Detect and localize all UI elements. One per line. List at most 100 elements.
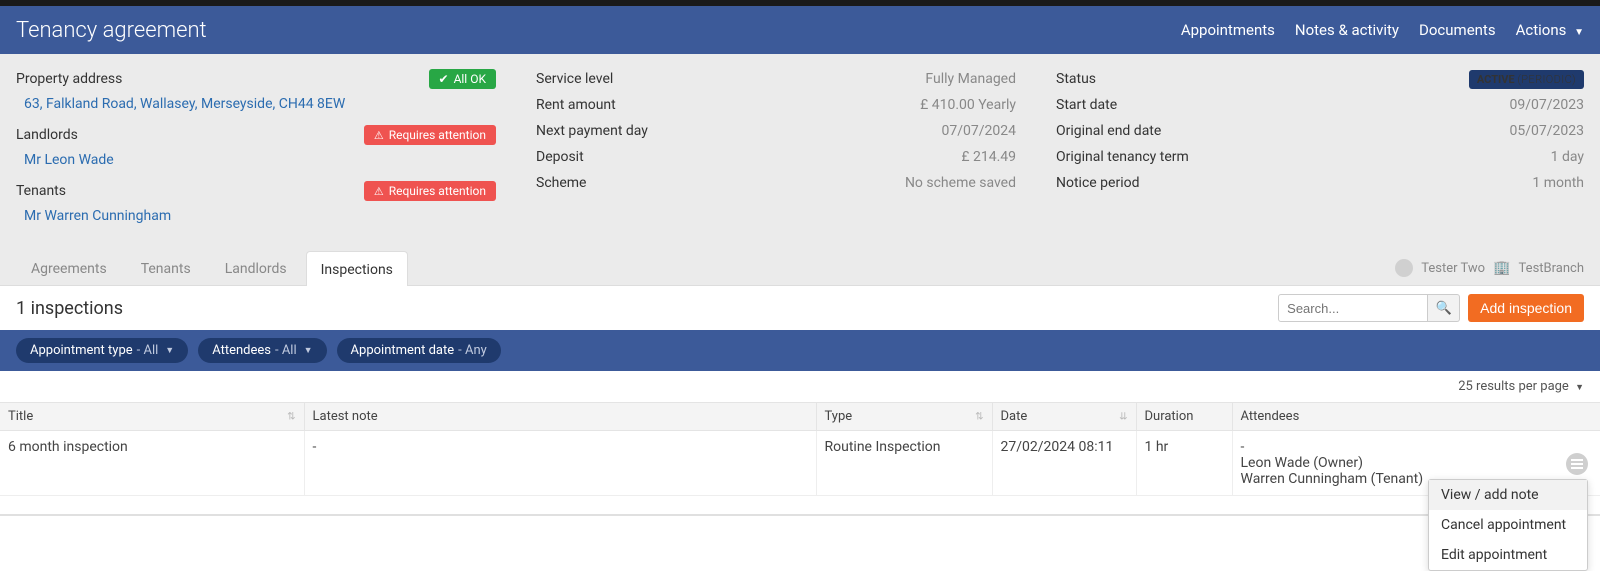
rent-amount-label: Rent amount <box>536 97 616 113</box>
nav-actions[interactable]: Actions ▼ <box>1516 21 1584 39</box>
cell-type: Routine Inspection <box>816 431 992 496</box>
add-inspection-button[interactable]: Add inspection <box>1468 294 1584 322</box>
sort-icon: ⇅ <box>975 411 983 422</box>
filter-label: Attendees <box>212 343 271 358</box>
user-name: Tester Two <box>1421 261 1485 276</box>
property-address-link[interactable]: 63, Falkland Road, Wallasey, Merseyside,… <box>24 96 345 112</box>
inspections-count: 1 inspections <box>16 298 123 319</box>
warning-icon: ⚠ <box>374 185 384 198</box>
search-button[interactable]: 🔍 <box>1428 294 1460 322</box>
nav-actions-label: Actions <box>1516 21 1567 39</box>
badge-ok-text: All OK <box>454 72 486 86</box>
cell-attendees: - Leon Wade (Owner) Warren Cunningham (T… <box>1232 431 1600 496</box>
summary-col-mid: Service level Fully Managed Rent amount £ … <box>536 66 1016 234</box>
cell-latest-note: - <box>304 431 816 496</box>
scheme-value: No scheme saved <box>905 175 1016 191</box>
notice-period-value: 1 month <box>1532 175 1584 191</box>
row-menu-button[interactable] <box>1566 453 1588 475</box>
menu-edit-appointment[interactable]: Edit appointment <box>1429 540 1587 570</box>
menu-view-add-note[interactable]: View / add note <box>1429 480 1587 510</box>
col-date[interactable]: Date ⇊ <box>992 403 1136 431</box>
chevron-down-icon: ▼ <box>165 345 174 356</box>
menu-cancel-appointment[interactable]: Cancel appointment <box>1429 510 1587 540</box>
col-attendees-label: Attendees <box>1241 409 1300 424</box>
tab-inspections[interactable]: Inspections <box>306 251 408 286</box>
service-level-value: Fully Managed <box>925 71 1016 87</box>
user-info: Tester Two 🏢 TestBranch <box>1395 259 1584 285</box>
chevron-down-icon: ▼ <box>1575 383 1584 393</box>
footer-separator <box>0 514 1600 516</box>
status-badge-attention-landlord: ⚠ Requires attention <box>364 125 496 145</box>
deposit-value: £ 214.49 <box>961 149 1016 165</box>
col-duration-label: Duration <box>1145 409 1194 424</box>
col-title[interactable]: Title⇅ <box>0 403 304 431</box>
landlords-label: Landlords <box>16 127 78 143</box>
scheme-label: Scheme <box>536 175 586 191</box>
tab-tenants[interactable]: Tenants <box>126 250 206 285</box>
start-date-label: Start date <box>1056 97 1117 113</box>
tab-agreements[interactable]: Agreements <box>16 250 122 285</box>
nav-notes-activity[interactable]: Notes & activity <box>1295 21 1399 39</box>
nav-documents[interactable]: Documents <box>1419 21 1496 39</box>
deposit-label: Deposit <box>536 149 584 165</box>
filter-value: All <box>143 343 158 358</box>
attendee-item: Leon Wade (Owner) <box>1241 455 1593 471</box>
badge-attention-text: Requires attention <box>389 184 486 198</box>
results-per-page-label: 25 results per page <box>1458 379 1569 394</box>
original-end-date-label: Original end date <box>1056 123 1161 139</box>
warning-icon: ⚠ <box>374 129 384 142</box>
start-date-value: 09/07/2023 <box>1510 97 1585 113</box>
results-per-page[interactable]: 25 results per page ▼ <box>0 371 1600 402</box>
original-end-date-value: 05/07/2023 <box>1510 123 1585 139</box>
cell-title: 6 month inspection <box>0 431 304 496</box>
filter-attendees[interactable]: Attendees - All ▼ <box>198 338 326 363</box>
notice-period-label: Notice period <box>1056 175 1140 191</box>
next-payment-value: 07/07/2024 <box>942 123 1017 139</box>
status-badge-main: ACTIVE <box>1477 73 1515 86</box>
col-attendees[interactable]: Attendees <box>1232 403 1600 431</box>
summary-panel: Property address ✔ All OK 63, Falkland R… <box>0 54 1600 250</box>
search-input[interactable] <box>1278 294 1428 322</box>
tabs-row: Agreements Tenants Landlords Inspections… <box>0 250 1600 286</box>
col-type[interactable]: Type ⇅ <box>816 403 992 431</box>
search-box: 🔍 <box>1278 294 1460 322</box>
nav-appointments[interactable]: Appointments <box>1181 21 1275 39</box>
filter-appointment-type[interactable]: Appointment type - All ▼ <box>16 338 188 363</box>
table-header-row: Title⇅ Latest note Type⇅ Date⇊ Duration … <box>0 403 1600 431</box>
original-term-label: Original tenancy term <box>1056 149 1189 165</box>
next-payment-label: Next payment day <box>536 123 648 139</box>
sort-icon: ⇅ <box>287 411 295 422</box>
col-latest-note[interactable]: Latest note <box>304 403 816 431</box>
tab-landlords[interactable]: Landlords <box>210 250 302 285</box>
status-badge-sub: (PERIODIC) <box>1517 73 1576 86</box>
col-duration[interactable]: Duration <box>1136 403 1232 431</box>
page-title: Tenancy agreement <box>16 18 207 43</box>
service-level-label: Service level <box>536 71 613 87</box>
table-row[interactable]: 6 month inspection - Routine Inspection … <box>0 431 1600 496</box>
avatar-icon <box>1395 259 1413 277</box>
tenants-label: Tenants <box>16 183 66 199</box>
col-date-label: Date <box>1001 409 1028 424</box>
summary-col-left: Property address ✔ All OK 63, Falkland R… <box>16 66 496 234</box>
filter-appointment-date[interactable]: Appointment date - Any <box>337 338 501 363</box>
property-address-label: Property address <box>16 71 122 87</box>
page-header: Tenancy agreement Appointments Notes & a… <box>0 6 1600 54</box>
landlord-link[interactable]: Mr Leon Wade <box>24 152 114 168</box>
chevron-down-icon: ▼ <box>1574 27 1584 38</box>
attendee-dash: - <box>1241 439 1593 455</box>
cell-date: 27/02/2024 08:11 <box>992 431 1136 496</box>
status-badge-attention-tenant: ⚠ Requires attention <box>364 181 496 201</box>
hamburger-icon <box>1571 463 1583 465</box>
inspections-table: Title⇅ Latest note Type⇅ Date⇊ Duration … <box>0 402 1600 496</box>
search-icon: 🔍 <box>1436 301 1452 316</box>
inspections-toolbar: 1 inspections 🔍 Add inspection <box>0 286 1600 330</box>
col-type-label: Type <box>825 409 853 424</box>
badge-attention-text: Requires attention <box>389 128 486 142</box>
filter-value: Any <box>465 343 487 358</box>
sort-desc-icon: ⇊ <box>1119 411 1127 422</box>
rent-amount-value: £ 410.00 Yearly <box>920 97 1016 113</box>
check-icon: ✔ <box>439 72 449 86</box>
chevron-down-icon: ▼ <box>304 345 313 356</box>
status-label: Status <box>1056 71 1096 87</box>
tenant-link[interactable]: Mr Warren Cunningham <box>24 208 171 224</box>
